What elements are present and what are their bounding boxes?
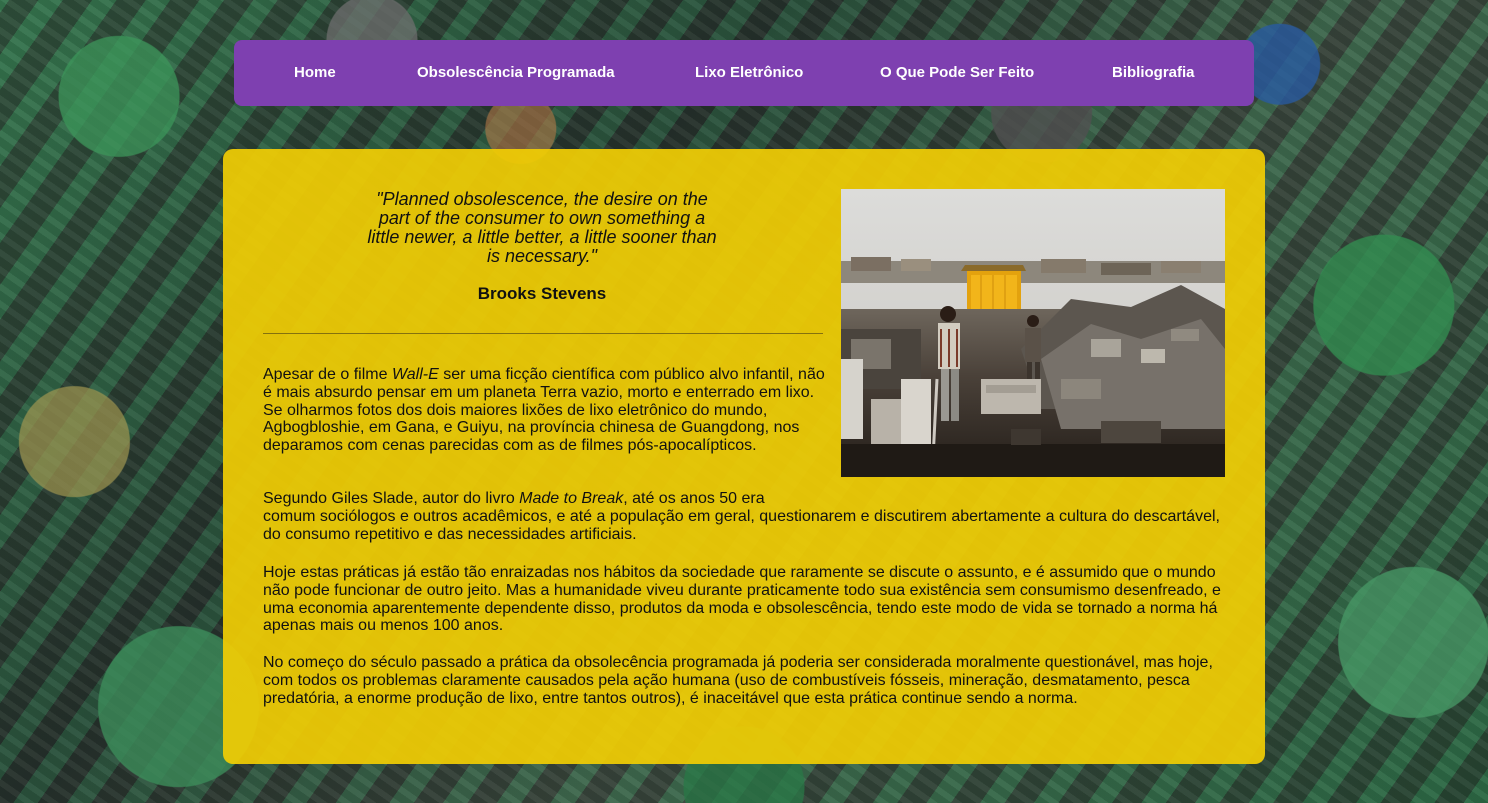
article-p2-start: Segundo Giles Slade, autor do livro <box>263 490 520 507</box>
nav-link-obsolescencia-programada[interactable]: Obsolescência Programada <box>417 40 615 106</box>
quote-text: "Planned obsolescence, the desire on the… <box>367 189 717 266</box>
article-paragraph-3: Hoje estas práticas já estão tão enraiza… <box>263 564 1221 635</box>
nav-link-lixo-eletronico[interactable]: Lixo Eletrônico <box>695 40 803 106</box>
article-p1-start: Apesar de o filme <box>263 366 392 383</box>
main-navigation: Home Obsolescência Programada Lixo Eletr… <box>234 40 1254 106</box>
e-waste-dump-photo <box>841 189 1225 477</box>
quote-author: Brooks Stevens <box>477 284 607 303</box>
nav-link-bibliografia[interactable]: Bibliografia <box>1112 40 1195 106</box>
film-title: Wall-E <box>391 366 439 383</box>
article-p2-middle: , até os anos 50 era <box>623 490 765 507</box>
book-title: Made to Break <box>519 490 624 507</box>
article-paragraph-1: Apesar de o filme Wall-E ser uma ficção … <box>263 366 825 455</box>
article-p2-rest: comum sociólogos e outros acadêmicos, e … <box>263 507 1220 543</box>
article-paragraph-4: No começo do século passado a prática da… <box>263 654 1213 707</box>
nav-link-o-que-pode-ser-feito[interactable]: O Que Pode Ser Feito <box>880 40 1034 106</box>
article-paragraph-2: Segundo Giles Slade, autor do livro Made… <box>263 490 1233 543</box>
section-divider <box>263 333 823 334</box>
nav-link-home[interactable]: Home <box>294 40 336 106</box>
